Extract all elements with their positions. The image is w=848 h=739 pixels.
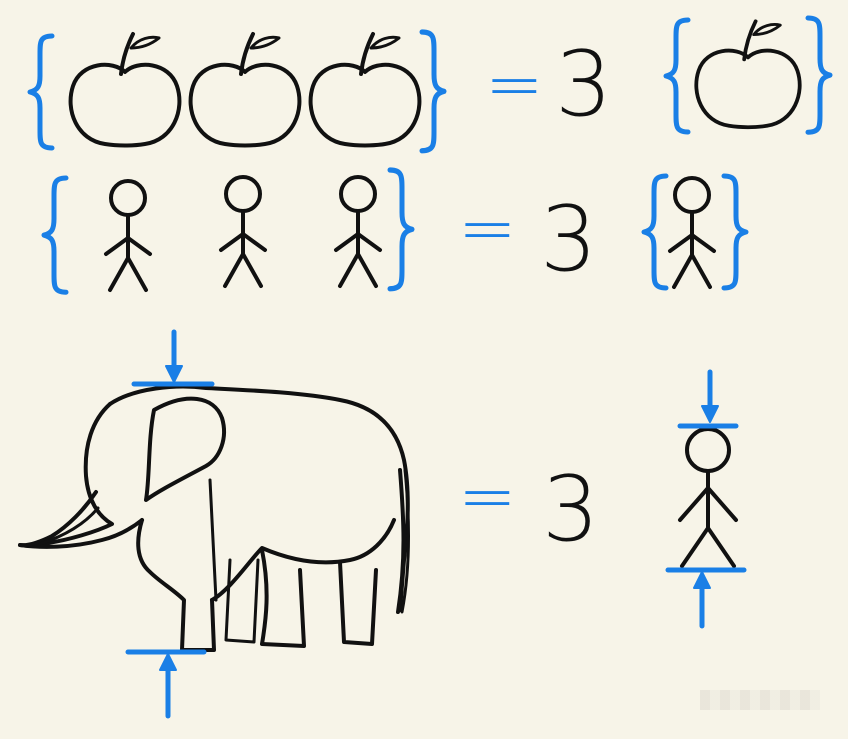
- person-bottom-height-marker: [665, 567, 747, 629]
- apple-icon: [308, 32, 422, 148]
- elephant-icon: [18, 384, 410, 652]
- apple-icon: [68, 32, 182, 148]
- stick-figure-icon: [104, 179, 152, 292]
- stick-figure-icon: [219, 175, 267, 288]
- apple-set-brace-left: [30, 36, 52, 148]
- apple-icon: [188, 32, 302, 148]
- apple-set-brace-right: [422, 32, 444, 151]
- stick-figure-icon: [668, 176, 716, 289]
- height-ratio-value: 3: [542, 457, 599, 562]
- people-set-brace-left: [44, 178, 66, 292]
- people-set-brace-right: [390, 170, 412, 289]
- apple-icon: [694, 19, 802, 130]
- person-top-height-marker: [677, 369, 739, 429]
- single-apple-brace-right: [808, 18, 830, 132]
- stick-figure-icon: [334, 175, 382, 288]
- diagram-canvas: = 3 = 3 = 3: [18, 0, 848, 719]
- elephant-top-height-marker: [131, 329, 215, 387]
- stick-figure-icon: [678, 427, 738, 568]
- single-apple-brace-left: [666, 20, 688, 132]
- single-person-brace-right: [724, 176, 746, 288]
- single-person-brace-left: [644, 176, 666, 288]
- people-count-value: 3: [540, 187, 597, 292]
- apples-equals-sign: =: [485, 43, 544, 125]
- height-equals-sign: =: [458, 455, 517, 537]
- people-equals-sign: =: [458, 187, 517, 269]
- apples-count-value: 3: [555, 32, 612, 137]
- elephant-bottom-height-marker: [125, 649, 207, 719]
- blurred-watermark: [700, 690, 820, 710]
